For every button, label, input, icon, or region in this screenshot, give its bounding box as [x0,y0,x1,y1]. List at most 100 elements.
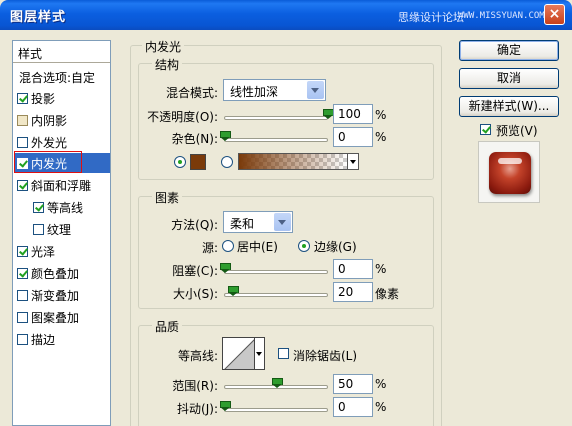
style-item-label: 图案叠加 [31,310,80,325]
style-item-checkbox[interactable] [33,202,44,213]
solid-color-radio[interactable] [174,156,186,168]
styles-list: 样式 混合选项:自定 投影 内阴影 外发光 内发光 斜面和浮雕 等高线 纹理 光泽 颜色叠加 渐变叠… [12,40,111,426]
source-label: 源: [201,241,218,255]
preview-swatch [489,152,531,194]
antialias-label[interactable]: 消除锯齿(L) [293,347,357,364]
style-item-checkbox[interactable] [17,246,28,257]
style-item-label: 投影 [31,91,56,106]
style-item-label: 内阴影 [31,113,68,128]
style-item-label: 光泽 [31,244,56,259]
source-edge-radio[interactable] [298,240,310,252]
blend-mode-select[interactable]: 线性加深 [223,79,326,101]
jitter-slider-handle[interactable] [220,401,231,411]
range-slider-handle[interactable] [271,378,283,388]
style-item-checkbox[interactable] [17,115,28,126]
style-item-0[interactable]: 混合选项:自定 [17,67,110,87]
noise-label: 杂色(N): [171,132,218,146]
jitter-label: 抖动(J): [177,402,218,416]
size-slider-handle[interactable] [228,286,240,296]
style-item-12[interactable]: 描边 [17,329,110,349]
chevron-down-icon [307,81,324,99]
style-item-label: 描边 [31,332,56,347]
opacity-slider[interactable] [224,116,328,120]
choke-label: 阻塞(C): [172,264,218,278]
preview-checkbox[interactable] [480,124,491,135]
size-slider[interactable] [224,293,328,297]
size-input[interactable]: 20 [333,282,373,302]
style-item-checkbox[interactable] [17,268,28,279]
range-input[interactable]: 50 [333,374,373,394]
style-item-7[interactable]: 纹理 [33,219,110,239]
choke-input[interactable]: 0 [333,259,373,279]
style-item-6[interactable]: 等高线 [33,197,110,217]
style-item-8[interactable]: 光泽 [17,241,110,261]
opacity-label: 不透明度(O): [147,110,218,124]
jitter-input[interactable]: 0 [333,397,373,417]
noise-input[interactable]: 0 [333,127,373,147]
structure-title: 结构 [152,56,183,73]
jitter-slider[interactable] [224,408,328,412]
source-edge-label[interactable]: 边缘(G) [314,238,357,255]
style-item-label: 混合选项:自定 [19,70,96,85]
style-item-checkbox[interactable] [33,224,44,235]
style-item-5[interactable]: 斜面和浮雕 [17,175,110,195]
window-title: 图层样式 [10,10,67,25]
style-item-checkbox[interactable] [17,93,28,104]
opacity-input[interactable]: 100 [333,104,373,124]
style-item-checkbox[interactable] [17,180,28,191]
style-item-9[interactable]: 颜色叠加 [17,263,110,283]
style-item-checkbox[interactable] [17,312,28,323]
technique-select[interactable]: 柔和 [223,211,293,233]
blend-mode-label: 混合模式: [165,86,218,100]
noise-unit: % [375,130,387,144]
title-bar[interactable]: 图层样式 思缘设计论坛 WWW.MISSYUAN.COM × [0,0,572,30]
noise-slider[interactable] [224,138,328,142]
close-button[interactable]: × [544,4,565,25]
gradient-radio[interactable] [221,156,233,168]
close-icon: × [548,6,561,22]
gradient-dropdown[interactable] [347,153,359,170]
style-item-label: 外发光 [31,135,68,150]
choke-slider[interactable] [224,270,328,274]
blend-mode-value: 线性加深 [230,85,279,99]
style-item-10[interactable]: 渐变叠加 [17,285,110,305]
style-item-checkbox[interactable] [17,290,28,301]
chevron-down-icon [274,213,291,231]
watermark-url: WWW.MISSYUAN.COM [458,11,545,21]
choke-unit: % [375,262,387,276]
contour-picker[interactable] [222,337,255,370]
style-item-checkbox[interactable] [17,158,28,169]
glow-color-swatch[interactable] [190,154,206,170]
style-item-label: 渐变叠加 [31,288,80,303]
new-style-button[interactable]: 新建样式(W)... [459,96,559,117]
inner-glow-title: 内发光 [142,38,185,55]
antialias-checkbox[interactable] [278,348,289,359]
range-unit: % [375,377,387,391]
source-center-label[interactable]: 居中(E) [237,238,278,255]
contour-dropdown[interactable] [255,337,265,370]
cancel-button[interactable]: 取消 [459,68,559,89]
style-item-4[interactable]: 内发光 [14,153,110,173]
choke-slider-handle[interactable] [220,263,231,273]
gradient-picker[interactable] [238,153,348,170]
noise-slider-handle[interactable] [220,131,231,141]
ok-button[interactable]: 确定 [459,40,559,61]
opacity-unit: % [375,108,387,122]
range-label: 范围(R): [172,379,218,393]
style-item-label: 颜色叠加 [31,266,80,281]
style-item-1[interactable]: 投影 [17,88,110,108]
contour-label: 等高线: [177,349,218,363]
watermark-text: 思缘设计论坛 [398,11,464,24]
style-item-checkbox[interactable] [17,137,28,148]
size-unit: 像素 [375,287,400,301]
style-item-11[interactable]: 图案叠加 [17,307,110,327]
source-center-radio[interactable] [222,240,234,252]
style-item-3[interactable]: 外发光 [17,132,110,152]
size-label: 大小(S): [172,287,218,301]
style-item-label: 纹理 [47,222,72,237]
style-item-2[interactable]: 内阴影 [17,110,110,130]
opacity-slider-handle[interactable] [323,109,334,119]
style-item-checkbox[interactable] [17,334,28,345]
preview-label[interactable]: 预览(V) [496,122,538,139]
contour-curve-icon [224,339,254,369]
